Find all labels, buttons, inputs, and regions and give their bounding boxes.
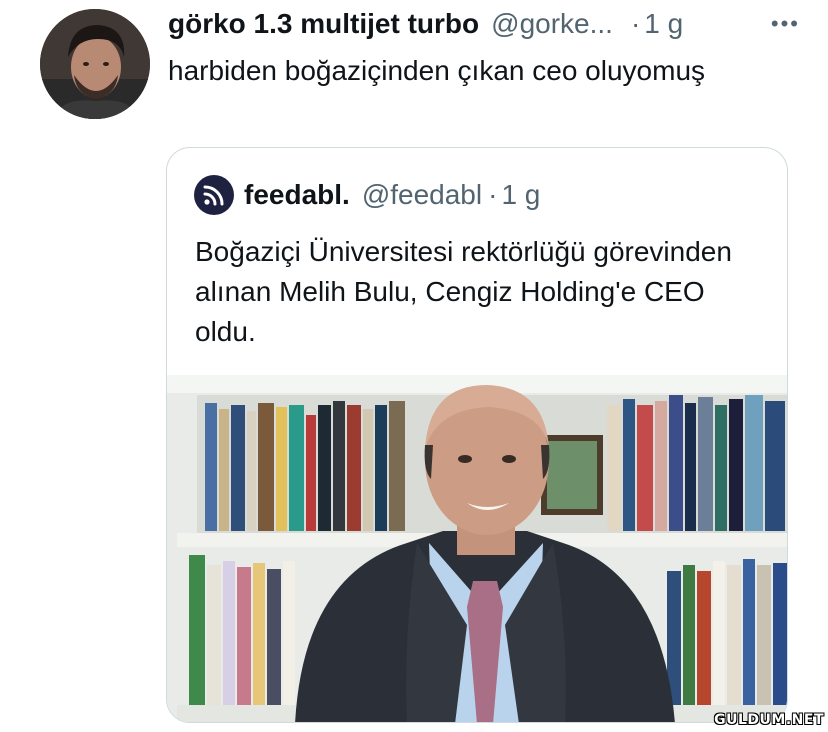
timestamp[interactable]: 1 g bbox=[644, 6, 683, 42]
tweet-header: görko 1.3 multijet turbo @gorke... · 1 g… bbox=[168, 6, 808, 42]
quoted-author-name[interactable]: feedabl. bbox=[244, 179, 350, 211]
quoted-tweet-photo[interactable] bbox=[167, 375, 787, 722]
avatar[interactable] bbox=[40, 9, 150, 119]
tweet[interactable]: görko 1.3 multijet turbo @gorke... · 1 g… bbox=[0, 0, 828, 732]
quoted-separator: · bbox=[488, 179, 498, 210]
quoted-tweet-text: Boğaziçi Üniversitesi rektörlüğü görevin… bbox=[195, 236, 732, 347]
watermark: GULDUM.NET bbox=[714, 712, 824, 728]
tweet-text: harbiden boğaziçinden çıkan ceo oluyomuş bbox=[168, 55, 706, 86]
more-icon[interactable]: ••• bbox=[771, 6, 800, 42]
quoted-author-handle[interactable]: @feedabl bbox=[362, 179, 482, 211]
feed-icon[interactable] bbox=[194, 175, 234, 215]
separator: · bbox=[630, 8, 641, 39]
quoted-timestamp[interactable]: 1 g bbox=[501, 179, 540, 211]
author-handle[interactable]: @gorke... bbox=[491, 6, 613, 42]
quoted-tweet-header: feedabl. @feedabl · 1 g bbox=[194, 175, 540, 215]
quoted-tweet[interactable]: feedabl. @feedabl · 1 g Boğaziçi Ünivers… bbox=[166, 147, 788, 723]
author-name[interactable]: görko 1.3 multijet turbo bbox=[168, 6, 479, 42]
